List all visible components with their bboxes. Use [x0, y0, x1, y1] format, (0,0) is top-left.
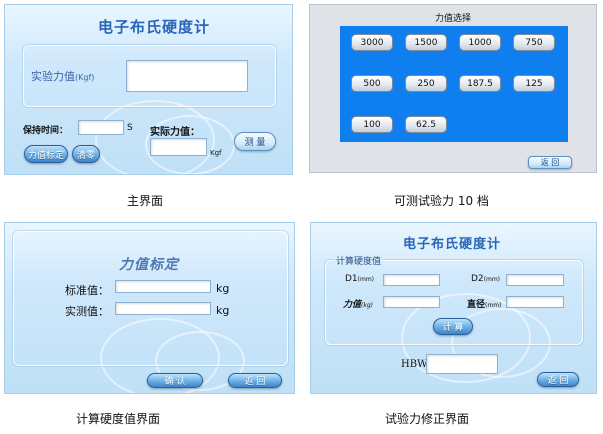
- diameter-label-text: 直径: [467, 300, 486, 310]
- diameter-input[interactable]: [506, 296, 564, 308]
- d2-unit: (mm): [483, 276, 501, 283]
- force-select-title: 力值选择: [435, 14, 472, 24]
- force-unit: (kg): [361, 302, 373, 309]
- actual-force-label: 实际力值：: [150, 127, 200, 138]
- hold-time-label: 保持时间：: [23, 126, 69, 136]
- measured-value-input[interactable]: [115, 302, 211, 315]
- force-select-panel: 力值选择 3000 1500 1000 750 500 250 187.5 12…: [309, 4, 597, 173]
- force-back-button[interactable]: 返 回: [528, 156, 572, 169]
- hbw-label: HBW: [401, 359, 428, 370]
- hardness-title: 电子布氏硬度计: [403, 237, 502, 252]
- force-option-62-5[interactable]: 62.5: [405, 116, 447, 133]
- force-input[interactable]: [383, 296, 440, 308]
- force-option-3000[interactable]: 3000: [351, 34, 393, 51]
- force-option-1000[interactable]: 1000: [459, 34, 501, 51]
- force-label: 力值(kg): [343, 297, 373, 310]
- force-option-250[interactable]: 250: [405, 75, 447, 92]
- hold-time-unit: S: [127, 123, 133, 133]
- actual-force-input[interactable]: [150, 138, 207, 156]
- caption-hardness: 计算硬度值界面: [76, 412, 161, 426]
- caption-main: 主界面: [127, 194, 164, 208]
- confirm-button[interactable]: 确 认: [147, 373, 203, 388]
- diameter-label: 直径(mm): [467, 297, 501, 310]
- hardness-panel: 电子布氏硬度计 计算硬度值 D1(mm) D2(mm) 力值(kg) 直径(mm…: [310, 222, 597, 394]
- main-title: 电子布氏硬度计: [98, 18, 211, 36]
- standard-value-unit: kg: [216, 282, 230, 295]
- diameter-unit: (mm): [485, 302, 502, 309]
- test-force-input[interactable]: [126, 60, 248, 92]
- force-option-1500[interactable]: 1500: [405, 34, 447, 51]
- force-option-187-5[interactable]: 187.5: [459, 75, 501, 92]
- d1-unit: (mm): [357, 276, 375, 283]
- force-option-125[interactable]: 125: [513, 75, 555, 92]
- d1-label-text: D1: [345, 274, 358, 284]
- measured-value-unit: kg: [216, 304, 230, 317]
- force-label-text: 力值: [343, 300, 362, 310]
- calibration-frame: [13, 231, 288, 366]
- force-option-100[interactable]: 100: [351, 116, 393, 133]
- force-option-500[interactable]: 500: [351, 75, 393, 92]
- d1-input[interactable]: [383, 274, 440, 286]
- calibration-panel: 力值标定 标准值： kg 实测值： kg 确 认 返 回: [4, 222, 295, 394]
- force-button-area: 3000 1500 1000 750 500 250 187.5 125 100…: [340, 26, 568, 142]
- d2-label: D2(mm): [471, 274, 500, 284]
- d2-label-text: D2: [471, 274, 484, 284]
- clear-button[interactable]: 清零: [72, 145, 100, 163]
- d2-input[interactable]: [506, 274, 564, 286]
- calculate-button[interactable]: 计 算: [433, 318, 473, 335]
- hbw-output: [426, 354, 498, 374]
- calibration-title: 力值标定: [119, 257, 179, 273]
- measure-button[interactable]: 测 量: [234, 132, 276, 151]
- measured-value-label: 实测值：: [65, 305, 109, 318]
- hardness-section-title: 计算硬度值: [334, 254, 384, 267]
- test-force-unit: (Kgf): [75, 73, 95, 82]
- d1-label: D1(mm): [345, 274, 374, 284]
- main-screen-panel: 电子布氏硬度计 实验力值(Kgf) 保持时间： S 实际力值： Kgf 力值标定…: [4, 4, 293, 175]
- test-force-label: 实验力值(Kgf): [31, 68, 94, 84]
- calibration-back-button[interactable]: 返 回: [228, 373, 282, 388]
- caption-calibration: 试验力修正界面: [385, 412, 470, 426]
- standard-value-label: 标准值：: [65, 284, 109, 297]
- caption-force10: 可测试验力 10 档: [394, 194, 489, 208]
- hardness-back-button[interactable]: 返 回: [537, 372, 579, 387]
- actual-force-unit: Kgf: [210, 149, 222, 157]
- force-option-750[interactable]: 750: [513, 34, 555, 51]
- hold-time-input[interactable]: [78, 120, 124, 135]
- calibrate-button[interactable]: 力值标定: [24, 145, 68, 163]
- standard-value-input[interactable]: [115, 280, 211, 293]
- test-force-label-text: 实验力值: [31, 70, 75, 83]
